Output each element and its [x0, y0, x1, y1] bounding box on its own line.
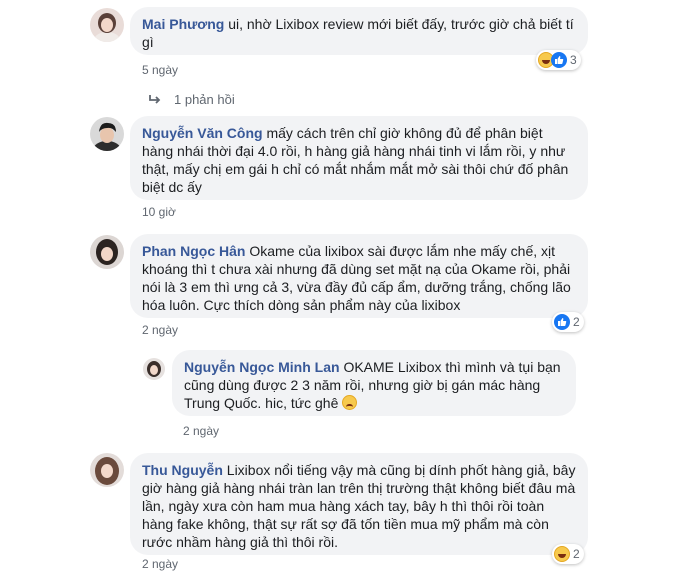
reaction-summary[interactable]: 2 — [552, 544, 584, 564]
reaction-summary[interactable]: 2 — [552, 312, 584, 332]
comment-bubble: Phan Ngọc Hân Okame của lixibox sài được… — [130, 234, 588, 318]
avatar[interactable] — [143, 358, 165, 380]
comment-author[interactable]: Mai Phương — [142, 16, 224, 32]
like-icon — [554, 314, 570, 330]
comment-timestamp[interactable]: 10 giờ — [142, 205, 176, 219]
reaction-summary[interactable]: 3 — [536, 50, 581, 70]
comment-author[interactable]: Nguyễn Ngọc Minh Lan — [184, 359, 340, 375]
avatar[interactable] — [90, 8, 124, 42]
comment-bubble: Thu Nguyễn Lixibox nổi tiếng vậy mà cũng… — [130, 453, 588, 555]
avatar[interactable] — [90, 117, 124, 151]
comment-author[interactable]: Nguyễn Văn Công — [142, 125, 263, 141]
reaction-count: 2 — [573, 547, 580, 561]
view-replies-link[interactable]: 1 phản hồi — [148, 92, 235, 107]
reaction-count: 2 — [573, 315, 580, 329]
comment-timestamp[interactable]: 2 ngày — [142, 557, 178, 571]
comment-bubble: Mai Phương ui, nhờ Lixibox review mới bi… — [130, 7, 588, 55]
reaction-count: 3 — [570, 53, 577, 67]
replies-count-label: 1 phản hồi — [174, 92, 235, 107]
reply-bubble: Nguyễn Ngọc Minh Lan OKAME Lixibox thì m… — [172, 350, 576, 416]
comment-author[interactable]: Thu Nguyễn — [142, 462, 223, 478]
comment-timestamp[interactable]: 2 ngày — [183, 424, 219, 438]
comment-timestamp[interactable]: 5 ngày — [142, 63, 178, 77]
avatar[interactable] — [90, 235, 124, 269]
avatar[interactable] — [90, 453, 124, 487]
comment-timestamp[interactable]: 2 ngày — [142, 323, 178, 337]
haha-icon — [554, 546, 570, 562]
comment-author[interactable]: Phan Ngọc Hân — [142, 243, 245, 259]
sad-emoji-icon — [342, 395, 358, 410]
reply-arrow-icon — [149, 94, 161, 104]
comment-bubble: Nguyễn Văn Công mấy cách trên chỉ giờ kh… — [130, 116, 588, 200]
like-icon — [551, 52, 567, 68]
